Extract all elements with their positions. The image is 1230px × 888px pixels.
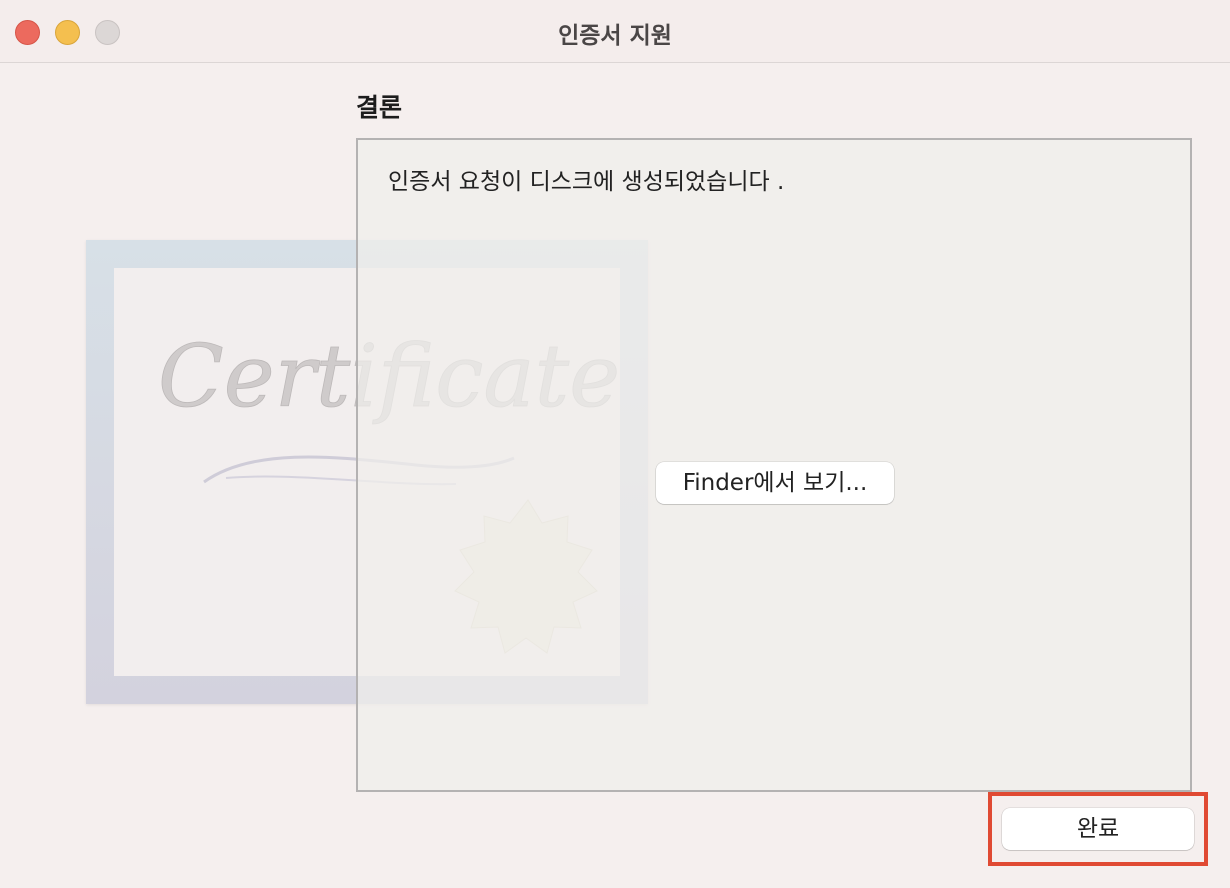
show-in-finder-button[interactable]: Finder에서 보기... — [656, 462, 894, 504]
result-message: 인증서 요청이 디스크에 생성되었습니다 . — [388, 169, 785, 195]
title-bar: 인증서 지원 — [0, 0, 1230, 63]
conclusion-heading: 결론 — [356, 93, 403, 122]
certificate-assistant-window: 인증서 지원 Certificate 결론 인증서 요청이 디스크에 생성되었습… — [0, 0, 1230, 888]
window-title: 인증서 지원 — [558, 23, 672, 49]
done-button[interactable]: 완료 — [1002, 808, 1194, 850]
result-panel: 인증서 요청이 디스크에 생성되었습니다 . Finder에서 보기... — [356, 138, 1192, 792]
